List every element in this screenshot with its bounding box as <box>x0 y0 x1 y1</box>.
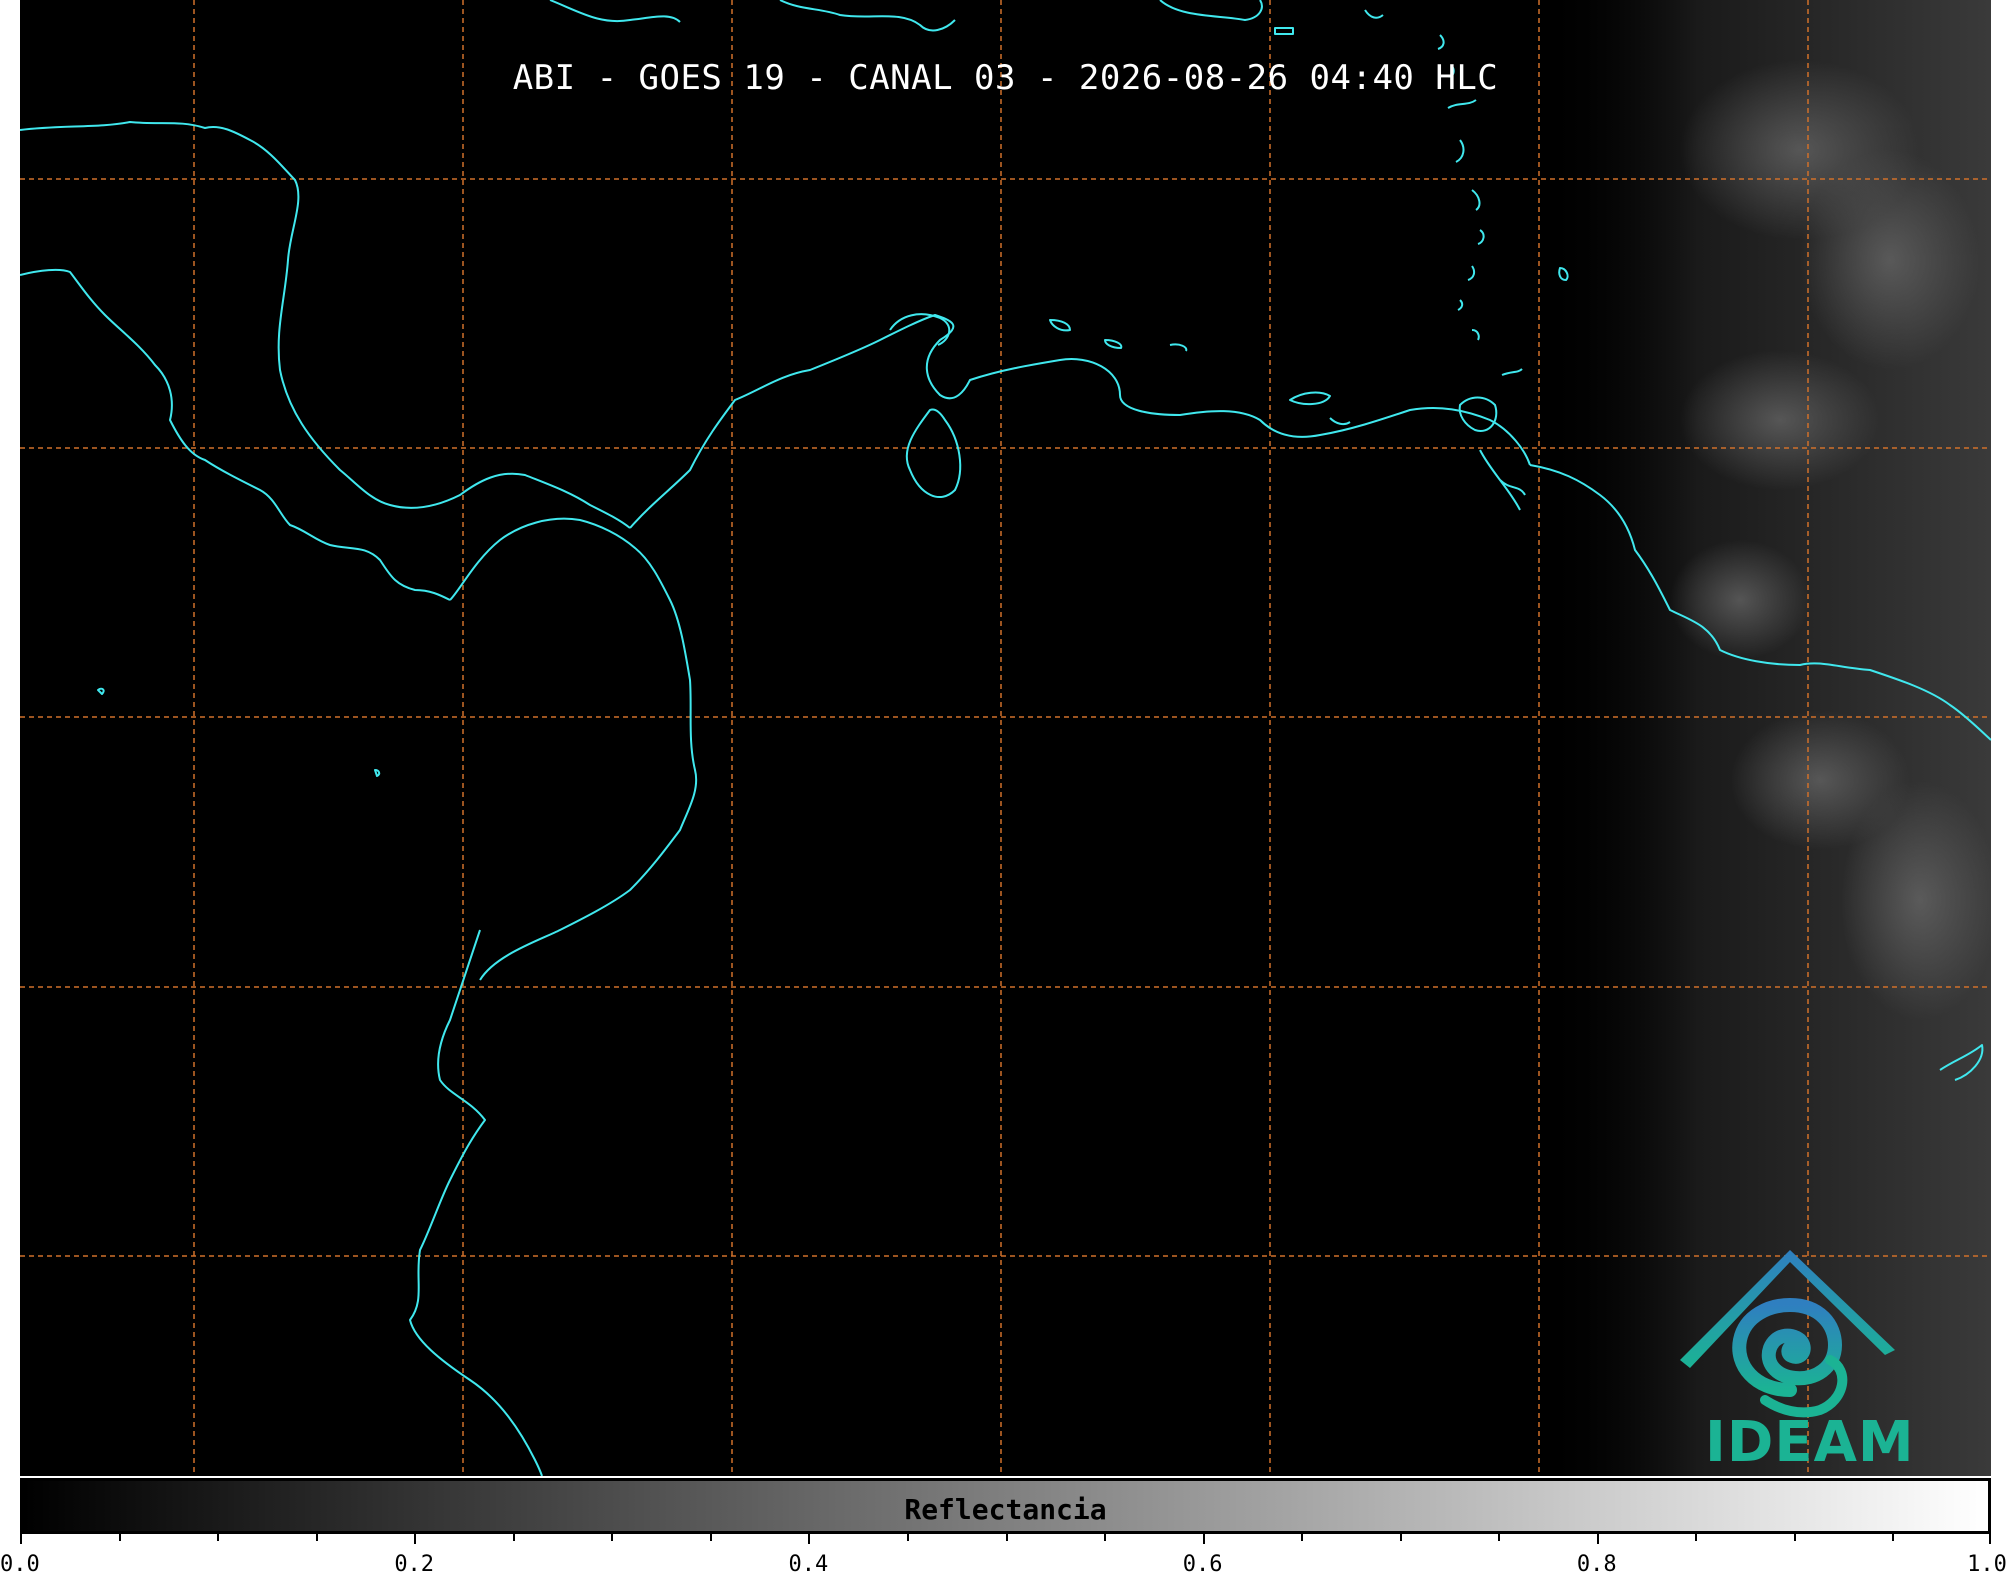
colorbar-tick-label: 0.6 <box>1182 1552 1223 1577</box>
coastline-island <box>1364 9 1384 19</box>
colorbar-minor-tick <box>1892 1534 1895 1541</box>
coastline-island <box>374 769 381 777</box>
coastline-island <box>1289 391 1331 406</box>
colorbar-label: Reflectancia <box>904 1493 1107 1526</box>
coastline-puerto-rico <box>1159 0 1263 21</box>
ideam-logo: IDEAM <box>1660 1250 1920 1475</box>
coastline-caribbean-colombia <box>629 314 1531 529</box>
coastline-hispaniola <box>779 0 956 32</box>
coastline-island <box>1104 339 1123 349</box>
colorbar-minor-tick <box>709 1534 712 1541</box>
coastline-pacific-mexico <box>20 268 451 601</box>
colorbar-ticks: 0.0 0.2 0.4 0.6 0.8 1.0 <box>0 1534 2007 1577</box>
colorbar-major-tick <box>1202 1534 1205 1544</box>
logo-text: IDEAM <box>1705 1410 1915 1475</box>
coastline-orinoco <box>1479 449 1526 511</box>
map-title: ABI - GOES 19 - CANAL 03 - 2026-08-26 04… <box>512 58 1499 98</box>
colorbar-minor-tick <box>118 1534 121 1541</box>
colorbar-minor-tick <box>1301 1534 1304 1541</box>
colorbar: Reflectancia <box>20 1478 1991 1534</box>
colorbar-tick-label: 0.8 <box>1576 1552 1617 1577</box>
colorbar-minor-tick <box>611 1534 614 1541</box>
colorbar-minor-tick <box>1695 1534 1698 1541</box>
colorbar-minor-tick <box>1498 1534 1501 1541</box>
colorbar-minor-tick <box>906 1534 909 1541</box>
colorbar-tick-label: 0.4 <box>788 1552 829 1577</box>
coastline-lake-maracaibo <box>905 408 962 499</box>
colorbar-minor-tick <box>315 1534 318 1541</box>
ideam-logo-icon <box>1680 1250 1895 1418</box>
coastline-trinidad <box>1458 396 1498 432</box>
colorbar-major-tick <box>1989 1534 1991 1544</box>
colorbar-tick-label: 0.0 <box>0 1552 40 1577</box>
coastline-island <box>1169 343 1188 352</box>
colorbar-major-tick <box>1596 1534 1599 1544</box>
coastline-island <box>1329 417 1351 426</box>
coastline-island <box>1274 27 1294 35</box>
colorbar-minor-tick <box>1104 1534 1107 1541</box>
colorbar-tick-label: 1.0 <box>1967 1552 2007 1577</box>
colorbar-minor-tick <box>1793 1534 1796 1541</box>
coastline-cuba <box>549 0 681 23</box>
colorbar-minor-tick <box>1399 1534 1402 1541</box>
colorbar-minor-tick <box>512 1534 515 1541</box>
colorbar-major-tick <box>20 1534 22 1544</box>
coastline-gulf <box>20 121 631 529</box>
coastline-island <box>97 687 105 695</box>
coastline-central-america <box>449 517 698 981</box>
logo-spiral <box>1732 1297 1843 1397</box>
coastline-island <box>1049 319 1071 332</box>
colorbar-minor-tick <box>1005 1534 1008 1541</box>
colorbar-tick-label: 0.2 <box>394 1552 435 1577</box>
satellite-map: ABI - GOES 19 - CANAL 03 - 2026-08-26 04… <box>20 0 1991 1476</box>
colorbar-major-tick <box>808 1534 811 1544</box>
colorbar-major-tick <box>414 1534 417 1544</box>
coastline-pacific-colombia <box>409 929 543 1476</box>
colorbar-minor-tick <box>217 1534 220 1541</box>
